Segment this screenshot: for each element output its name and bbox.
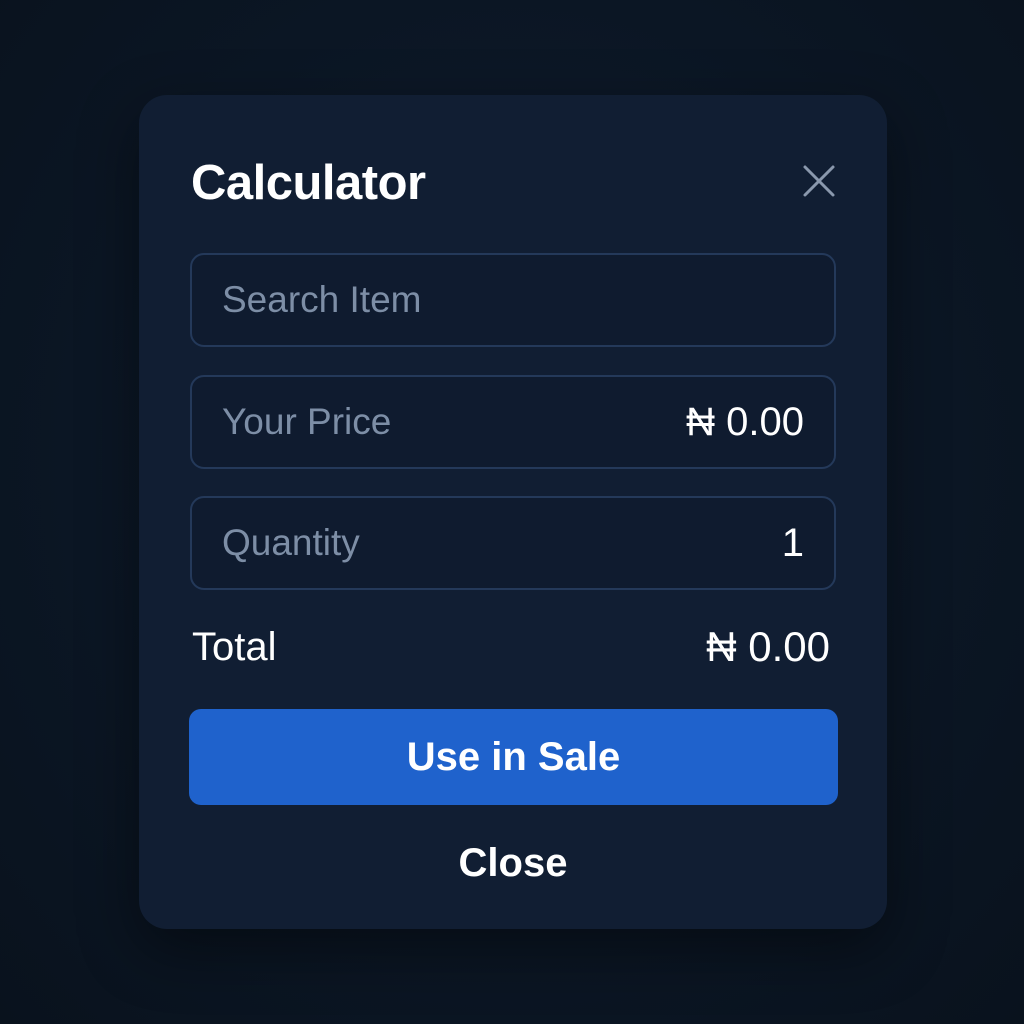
close-x-icon <box>803 165 835 197</box>
close-dialog-button[interactable] <box>799 161 839 201</box>
quantity-field[interactable]: Quantity 1 <box>190 496 836 590</box>
quantity-value[interactable]: 1 <box>782 498 804 588</box>
your-price-field[interactable]: Your Price ₦ 0.00 <box>190 375 836 469</box>
your-price-label: Your Price <box>222 401 392 442</box>
total-row: Total ₦ 0.00 <box>192 617 830 677</box>
close-button[interactable]: Close <box>363 833 663 893</box>
your-price-value[interactable]: ₦ 0.00 <box>686 377 804 467</box>
use-in-sale-button[interactable]: Use in Sale <box>189 709 838 805</box>
calculator-dialog: Calculator Your Price ₦ 0.00 Quantity 1 … <box>139 95 887 929</box>
total-value: ₦ 0.00 <box>706 623 830 670</box>
quantity-label: Quantity <box>222 522 360 563</box>
search-item-input[interactable] <box>192 255 834 345</box>
total-label: Total <box>192 625 277 669</box>
search-item-field[interactable] <box>190 253 836 347</box>
dialog-title: Calculator <box>191 156 426 210</box>
